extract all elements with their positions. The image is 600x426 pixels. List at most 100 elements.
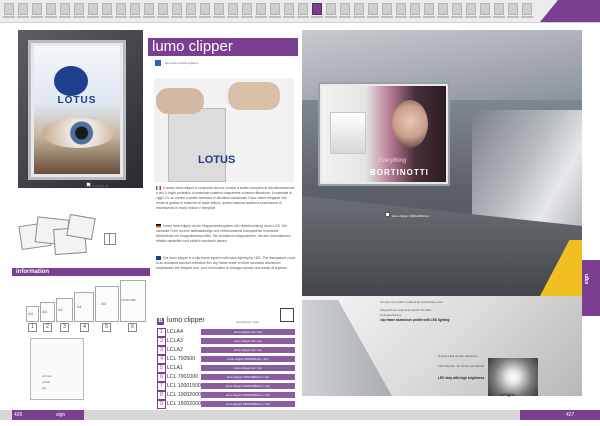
thumbnail-item[interactable] [158, 3, 168, 15]
row-number: 3 [157, 346, 166, 355]
thumbnail-item[interactable] [452, 3, 462, 15]
thumbnail-item[interactable] [494, 3, 504, 15]
diagram-label: cornice [42, 374, 52, 378]
table-row: 5 LCLA1 lumo clipper A1 / 1pz [157, 364, 295, 373]
product-description: lumo clipper 1000x2000mm / 1pz [201, 392, 295, 398]
thumbnail-item[interactable] [312, 3, 322, 15]
thumbnail-caption [143, 16, 155, 18]
size-number: 5 [102, 323, 111, 332]
thumbnail-item[interactable] [228, 3, 238, 15]
product-code: LCL 700500 [167, 356, 196, 362]
table-row: 6 LCL 7001000 lumo clipper 700x1000mm / 1p… [157, 373, 295, 382]
billboard-products [330, 112, 366, 154]
thumbnail-item[interactable] [186, 3, 196, 15]
hand-left [156, 88, 204, 114]
thumbnail-item[interactable] [4, 3, 14, 15]
row-number: 8 [157, 391, 166, 400]
thumbnail-item[interactable] [256, 3, 266, 15]
size-label: A0 [101, 301, 106, 306]
thumbnail-caption [381, 16, 393, 18]
table-row: 1 LCLA4 lumo clipper A4 / 1pz [157, 328, 295, 337]
thumbnail-caption [45, 16, 57, 18]
thumbnail-item[interactable] [466, 3, 476, 15]
thumbnail-item[interactable] [18, 3, 28, 15]
thumbnail-item[interactable] [60, 3, 70, 15]
poster-logo [54, 66, 88, 96]
billboard-tagline: Everything [378, 158, 407, 164]
thumbnail-caption [325, 16, 337, 18]
product-code: LCLA1 [167, 365, 183, 371]
thumbnail-item[interactable] [522, 3, 532, 15]
thumbnail-item[interactable] [214, 3, 224, 15]
thumbnail-item[interactable] [438, 3, 448, 15]
paragraph-german: Unser lumo clipper ist ein Klapprahmensy… [156, 224, 296, 244]
led-text-english: LED strip with high brightness [438, 376, 485, 380]
footer-right-tab [520, 410, 600, 420]
thumbnail-item[interactable] [172, 3, 182, 15]
paragraph-text: Il nostro lumo clipper è composto da una… [156, 186, 295, 210]
thumbnail-caption [73, 16, 85, 18]
thumbnail-item[interactable] [242, 3, 252, 15]
thumbnail-caption [339, 16, 351, 18]
section-side-tab-label: sign [584, 274, 590, 285]
row-number: 6 [157, 373, 166, 382]
thumbnail-caption [409, 16, 421, 18]
thumbnail-item[interactable] [410, 3, 420, 15]
paragraph-italian: Il nostro lumo clipper è composto da una… [156, 186, 296, 211]
thumbnail-caption [227, 16, 239, 18]
thumbnail-caption [493, 16, 505, 18]
thumbnail-item[interactable] [102, 3, 112, 15]
thumbnail-caption [199, 16, 211, 18]
thumbnail-caption [451, 16, 463, 18]
section-side-tab[interactable] [582, 260, 600, 316]
thumbnail-item[interactable] [424, 3, 434, 15]
footer-section-label: sign [56, 412, 66, 418]
thumbnail-item[interactable] [130, 3, 140, 15]
thumbnail-item[interactable] [480, 3, 490, 15]
detail-text-italian: cornice con profilo in alluminio anodizz… [380, 300, 443, 304]
detail-text-german: Klapprahmen-Aluminiumprofil mit LED-Hint… [380, 308, 432, 317]
thumbnail-item[interactable] [396, 3, 406, 15]
detail-text-english: clip frame aluminium profile with LED li… [380, 318, 450, 322]
thumbnail-item[interactable] [508, 3, 518, 15]
thumbnail-caption [283, 16, 295, 18]
thumbnail-item[interactable] [298, 3, 308, 15]
thumbnail-item[interactable] [88, 3, 98, 15]
thumbnail-item[interactable] [32, 3, 42, 15]
size-label: A1 [77, 304, 82, 309]
thumbnail-item[interactable] [382, 3, 392, 15]
product-description: lumo clipper A4 / 1pz [201, 329, 295, 335]
product-description: lumo clipper A2 / 1pz [201, 347, 295, 353]
row-number: 2 [157, 337, 166, 346]
product-code: LCLA2 [167, 347, 183, 353]
thumbnail-item[interactable] [326, 3, 336, 15]
size-number: 4 [80, 323, 89, 332]
size-label: A4 [28, 311, 33, 316]
size-number: 6 [128, 323, 137, 332]
product-code: LCL 10001500 [167, 383, 201, 389]
paragraph-text: Our lumo clipper is a clip-frame system … [156, 256, 296, 270]
thumbnail-caption [157, 16, 169, 18]
row-number: 4 [157, 355, 166, 364]
thumbnail-caption [521, 16, 533, 18]
thumbnail-item[interactable] [270, 3, 280, 15]
frame-brand: LOTUS [198, 154, 236, 166]
thumbnail-item[interactable] [46, 3, 56, 15]
billboard-brand: BORTINOTTI [370, 168, 429, 177]
thumbnail-caption [59, 16, 71, 18]
thumbnail-item[interactable] [200, 3, 210, 15]
size-box-a0 [95, 286, 119, 322]
thumbnail-caption [507, 16, 519, 18]
thumbnail-item[interactable] [144, 3, 154, 15]
table-row: 7 LCL 10001500 lumo clipper 1000x1500mm / … [157, 382, 295, 391]
thumbnail-caption [353, 16, 365, 18]
product-description: lumo clipper 1500x2000mm / 1pz [201, 401, 295, 407]
thumbnail-item[interactable] [74, 3, 84, 15]
thumbnail-item[interactable] [284, 3, 294, 15]
product-code: LCLA4 [167, 329, 183, 335]
thumbnail-item[interactable] [368, 3, 378, 15]
thumbnail-item[interactable] [354, 3, 364, 15]
thumbnail-item[interactable] [116, 3, 126, 15]
size-label: A3 [42, 309, 47, 314]
thumbnail-item[interactable] [340, 3, 350, 15]
